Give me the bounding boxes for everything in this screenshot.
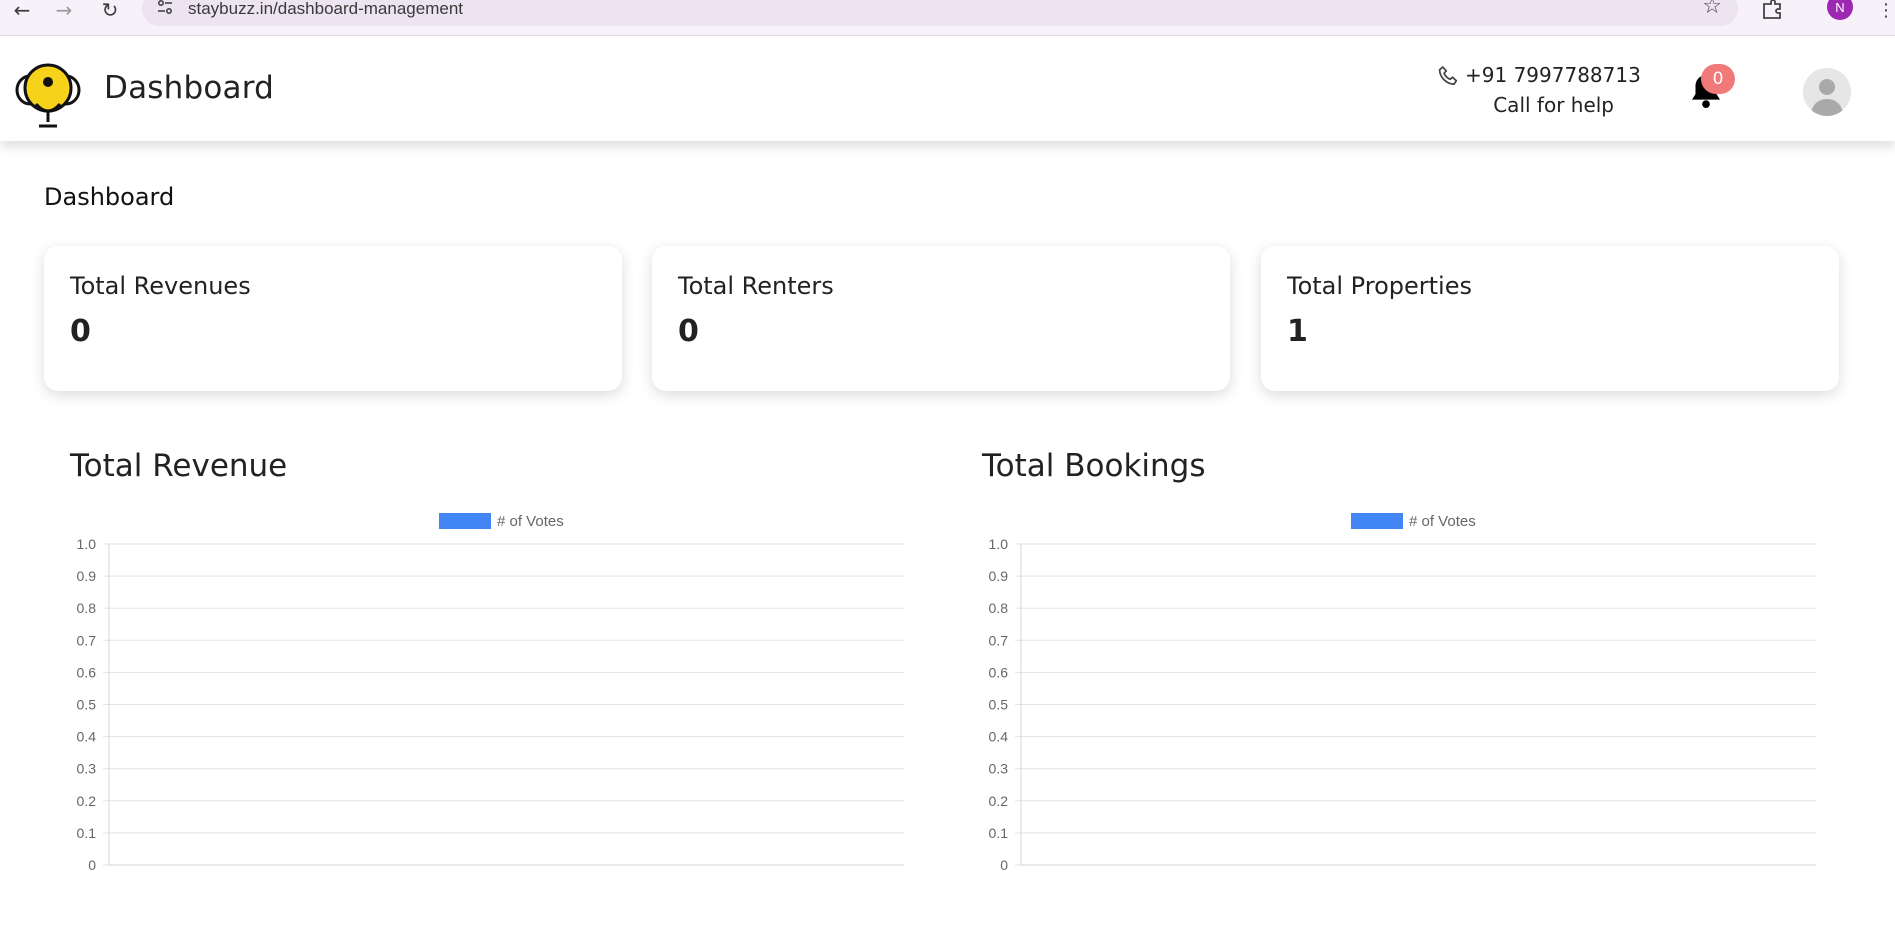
legend-label[interactable]: # of Votes [1409, 513, 1476, 530]
y-tick-label: 0.5 [989, 697, 1009, 713]
stat-value: 0 [70, 314, 91, 349]
profile-avatar-chip[interactable]: N [1827, 0, 1853, 20]
app-header: Dashboard +91 7997788713 Call for help 0 [0, 36, 1895, 141]
y-tick-label: 0.1 [77, 825, 97, 841]
y-tick-label: 0.4 [989, 729, 1009, 745]
legend-swatch[interactable] [439, 513, 491, 529]
y-tick-label: 0.8 [77, 600, 97, 616]
y-tick-label: 0.1 [989, 825, 1009, 841]
bookmark-star-icon[interactable]: ☆ [1702, 0, 1722, 19]
y-tick-label: 0.9 [989, 568, 1009, 584]
help-label: Call for help [1493, 93, 1614, 117]
notifications-button[interactable]: 0 [1685, 64, 1735, 116]
legend-swatch[interactable] [1351, 513, 1403, 529]
help-phone-number[interactable]: +91 7997788713 [1465, 63, 1641, 87]
app-title: Dashboard [104, 70, 274, 106]
y-tick-label: 0.2 [77, 793, 97, 809]
browser-menu-icon[interactable]: ⋮ [1877, 0, 1895, 21]
stat-label: Total Revenues [70, 272, 251, 300]
y-tick-label: 0.9 [77, 568, 97, 584]
y-tick-label: 0.5 [77, 697, 97, 713]
user-silhouette-icon [1803, 68, 1851, 116]
stat-value: 0 [678, 314, 699, 349]
address-bar[interactable]: staybuzz.in/dashboard-management ☆ [142, 0, 1738, 26]
reload-icon[interactable]: ↻ [96, 0, 124, 22]
y-tick-label: 1.0 [989, 536, 1009, 552]
total-bookings-chart: # of Votes 1.0 0.9 0.8 0.7 0.6 0.5 0.4 0.3 0.2 0.1… [989, 513, 1816, 870]
forward-icon[interactable]: → [50, 0, 78, 22]
stat-value: 1 [1287, 314, 1308, 349]
extensions-icon[interactable] [1760, 0, 1786, 20]
phone-icon [1438, 66, 1458, 86]
y-tick-label: 0.3 [77, 761, 97, 777]
chart-title-total-revenue: Total Revenue [70, 448, 288, 484]
y-tick-label: 0 [88, 857, 96, 870]
stat-label: Total Renters [678, 272, 834, 300]
site-settings-icon[interactable] [156, 0, 174, 16]
legend-label[interactable]: # of Votes [497, 513, 564, 530]
stat-card-total-properties: Total Properties 1 [1261, 246, 1839, 391]
stat-card-total-renters: Total Renters 0 [652, 246, 1230, 391]
stat-card-total-revenues: Total Revenues 0 [44, 246, 622, 391]
y-tick-label: 0.7 [989, 632, 1009, 648]
notification-count-badge: 0 [1701, 64, 1735, 94]
y-tick-label: 0 [1000, 857, 1008, 870]
user-avatar[interactable] [1803, 68, 1851, 116]
url-text[interactable]: staybuzz.in/dashboard-management [188, 0, 463, 19]
y-tick-label: 0.7 [77, 632, 97, 648]
back-icon[interactable]: ← [8, 0, 36, 22]
y-tick-label: 0.6 [989, 664, 1009, 680]
y-tick-label: 0.3 [989, 761, 1009, 777]
y-tick-label: 1.0 [77, 536, 97, 552]
staybuzz-logo[interactable] [14, 58, 82, 130]
total-revenue-chart: # of Votes 1.0 0.9 0.8 0.7 0.6 0.5 0.4 0.3 0.2 0.1… [77, 513, 904, 870]
y-tick-label: 0.4 [77, 729, 97, 745]
y-tick-label: 0.8 [989, 600, 1009, 616]
y-tick-label: 0.2 [989, 793, 1009, 809]
page-title: Dashboard [44, 183, 175, 211]
browser-toolbar: ← → ↻ staybuzz.in/dashboard-management ☆… [0, 0, 1895, 36]
y-tick-label: 0.6 [77, 664, 97, 680]
stat-label: Total Properties [1287, 272, 1472, 300]
chart-title-total-bookings: Total Bookings [982, 448, 1206, 484]
